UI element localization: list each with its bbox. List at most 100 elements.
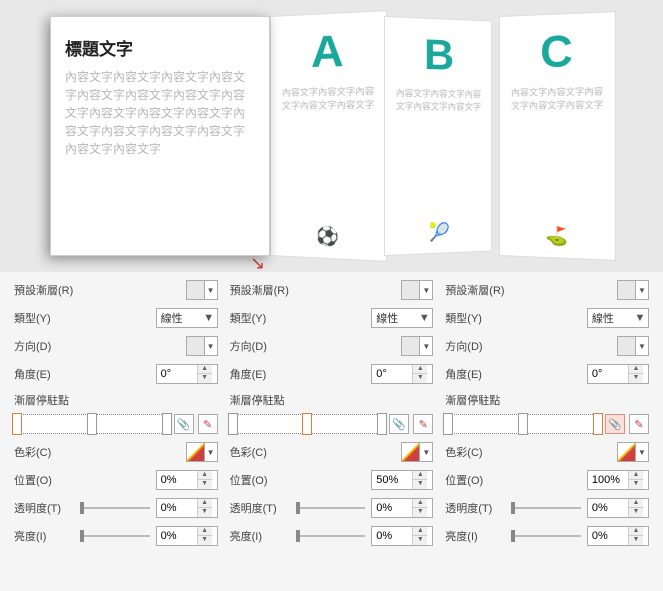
preset-dropdown[interactable]: ▼	[401, 280, 433, 300]
transparency-spinner[interactable]: ▲▼	[156, 498, 218, 518]
transparency-spinner[interactable]: ▲▼	[587, 498, 649, 518]
transparency-input[interactable]	[157, 499, 197, 517]
brightness-spinner[interactable]: ▲▼	[371, 526, 433, 546]
spin-down[interactable]: ▼	[629, 508, 643, 517]
spin-down[interactable]: ▼	[413, 480, 427, 489]
angle-label: 角度(E)	[445, 366, 513, 382]
stops-label: 漸層停駐點	[445, 392, 649, 408]
spin-up[interactable]: ▲	[413, 471, 427, 480]
direction-dropdown[interactable]: ▼	[186, 336, 218, 356]
spin-down[interactable]: ▼	[413, 374, 427, 383]
spin-up[interactable]: ▲	[198, 527, 212, 536]
transparency-slider[interactable]	[296, 507, 366, 509]
gradient-stops-bar[interactable]	[445, 414, 601, 434]
stop-handle[interactable]	[302, 413, 312, 435]
stop-handle[interactable]	[162, 413, 172, 435]
slider-thumb[interactable]	[296, 530, 300, 542]
preset-dropdown[interactable]: ▼	[617, 280, 649, 300]
color-dropdown[interactable]: ▼	[401, 442, 433, 462]
transparency-slider[interactable]	[80, 507, 150, 509]
angle-spinner[interactable]: ▲▼	[371, 364, 433, 384]
panel-a: A 內容文字內容文字內容文字內容文字內容文字 ⚽	[270, 10, 387, 262]
spin-up[interactable]: ▲	[198, 499, 212, 508]
gradient-controls: 預設漸層(R)▼ 類型(Y)線性▼ 方向(D)▼ 角度(E)▲▼ 漸層停駐點 📎…	[0, 272, 663, 591]
spin-up[interactable]: ▲	[629, 499, 643, 508]
gradient-stops-bar[interactable]	[230, 414, 386, 434]
spin-down[interactable]: ▼	[629, 374, 643, 383]
brightness-slider[interactable]	[80, 535, 150, 537]
brightness-label: 亮度(I)	[230, 528, 290, 544]
stop-handle[interactable]	[12, 413, 22, 435]
stop-handle[interactable]	[228, 413, 238, 435]
angle-input[interactable]	[588, 365, 628, 383]
type-select[interactable]: 線性▼	[587, 308, 649, 328]
spin-down[interactable]: ▼	[198, 480, 212, 489]
add-stop-button[interactable]: 📎	[389, 414, 409, 434]
angle-spinner[interactable]: ▲▼	[156, 364, 218, 384]
stop-handle[interactable]	[87, 413, 97, 435]
add-stop-button[interactable]: 📎	[605, 414, 625, 434]
position-label: 位置(O)	[445, 472, 505, 488]
direction-dropdown[interactable]: ▼	[401, 336, 433, 356]
spin-down[interactable]: ▼	[198, 536, 212, 545]
spin-up[interactable]: ▲	[629, 471, 643, 480]
slider-thumb[interactable]	[511, 530, 515, 542]
add-stop-button[interactable]: 📎	[174, 414, 194, 434]
position-input[interactable]	[372, 471, 412, 489]
brightness-input[interactable]	[588, 527, 628, 545]
preset-dropdown[interactable]: ▼	[186, 280, 218, 300]
brightness-slider[interactable]	[511, 535, 581, 537]
brightness-input[interactable]	[372, 527, 412, 545]
cover-title: 標題文字	[65, 35, 255, 60]
position-input[interactable]	[588, 471, 628, 489]
direction-label: 方向(D)	[445, 338, 513, 354]
spin-down[interactable]: ▼	[413, 536, 427, 545]
spin-up[interactable]: ▲	[629, 365, 643, 374]
gradient-stops-bar[interactable]	[14, 414, 170, 434]
position-spinner[interactable]: ▲▼	[156, 470, 218, 490]
stop-handle[interactable]	[377, 413, 387, 435]
position-spinner[interactable]: ▲▼	[587, 470, 649, 490]
angle-input[interactable]	[372, 365, 412, 383]
transparency-input[interactable]	[372, 499, 412, 517]
slider-thumb[interactable]	[511, 502, 515, 514]
position-spinner[interactable]: ▲▼	[371, 470, 433, 490]
brightness-spinner[interactable]: ▲▼	[587, 526, 649, 546]
stop-handle[interactable]	[518, 413, 528, 435]
spin-up[interactable]: ▲	[413, 365, 427, 374]
remove-stop-button[interactable]: ✎	[413, 414, 433, 434]
angle-spinner[interactable]: ▲▼	[587, 364, 649, 384]
stop-handle[interactable]	[443, 413, 453, 435]
slider-thumb[interactable]	[80, 502, 84, 514]
slider-thumb[interactable]	[80, 530, 84, 542]
spin-down[interactable]: ▼	[413, 508, 427, 517]
color-dropdown[interactable]: ▼	[617, 442, 649, 462]
spin-up[interactable]: ▲	[413, 499, 427, 508]
brightness-input[interactable]	[157, 527, 197, 545]
direction-dropdown[interactable]: ▼	[617, 336, 649, 356]
remove-stop-button[interactable]: ✎	[629, 414, 649, 434]
type-select[interactable]: 線性▼	[371, 308, 433, 328]
spin-up[interactable]: ▲	[413, 527, 427, 536]
angle-input[interactable]	[157, 365, 197, 383]
spin-down[interactable]: ▼	[198, 508, 212, 517]
spin-down[interactable]: ▼	[629, 536, 643, 545]
brightness-spinner[interactable]: ▲▼	[156, 526, 218, 546]
spin-up[interactable]: ▲	[629, 527, 643, 536]
panel-letter: C	[540, 26, 573, 78]
slider-thumb[interactable]	[296, 502, 300, 514]
brochure-cover: 標題文字 內容文字內容文字內容文字內容文字內容文字內容文字內容文字內容文字內容文…	[50, 16, 270, 256]
spin-down[interactable]: ▼	[198, 374, 212, 383]
stop-handle[interactable]	[593, 413, 603, 435]
transparency-input[interactable]	[588, 499, 628, 517]
brightness-slider[interactable]	[296, 535, 366, 537]
spin-up[interactable]: ▲	[198, 471, 212, 480]
color-dropdown[interactable]: ▼	[186, 442, 218, 462]
type-select[interactable]: 線性▼	[156, 308, 218, 328]
remove-stop-button[interactable]: ✎	[198, 414, 218, 434]
spin-down[interactable]: ▼	[629, 480, 643, 489]
transparency-slider[interactable]	[511, 507, 581, 509]
position-input[interactable]	[157, 471, 197, 489]
spin-up[interactable]: ▲	[198, 365, 212, 374]
transparency-spinner[interactable]: ▲▼	[371, 498, 433, 518]
